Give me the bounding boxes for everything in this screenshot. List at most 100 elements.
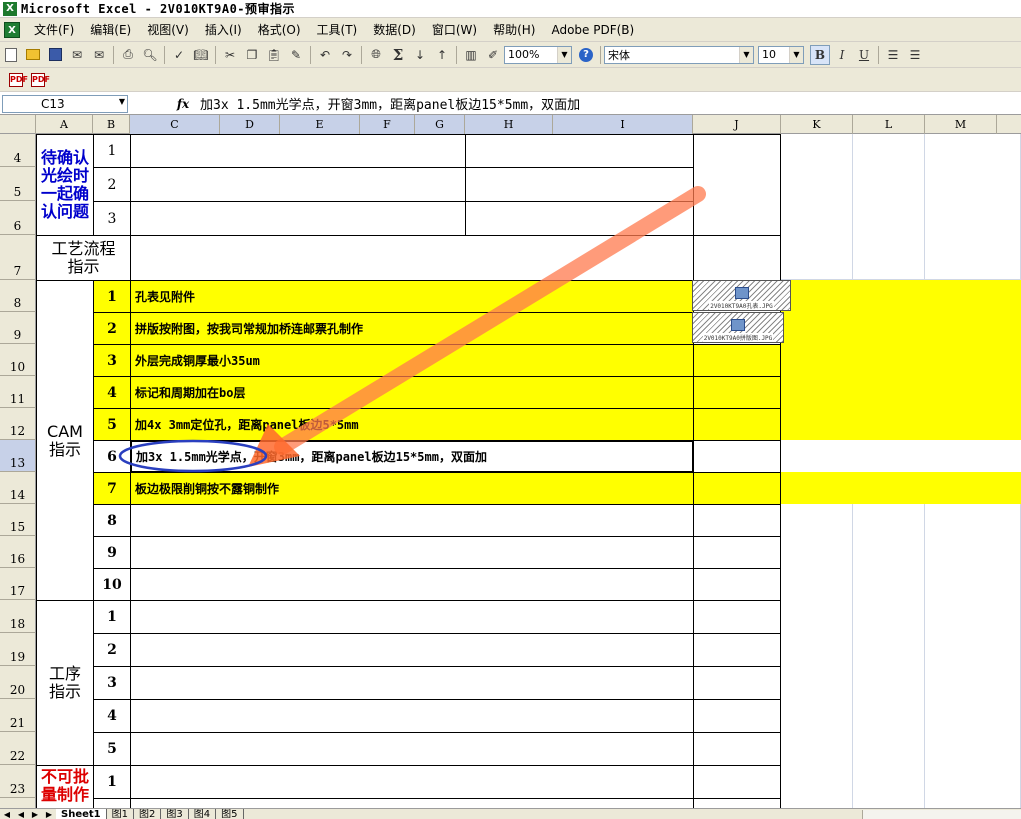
font-select[interactable]: 宋体 ▼ (604, 45, 754, 64)
row-number-cell[interactable]: 3 (93, 666, 131, 700)
menu-data[interactable]: 数据(D) (365, 20, 424, 40)
cam-item-text[interactable] (130, 536, 694, 569)
column-header-b[interactable]: B (93, 115, 130, 134)
menu-format[interactable]: 格式(O) (250, 20, 309, 40)
menu-adobe-pdf[interactable]: Adobe PDF(B) (543, 20, 642, 40)
column-j-cell[interactable] (693, 699, 781, 733)
chevron-down-icon[interactable]: ▼ (119, 97, 125, 106)
undo-button[interactable]: ↶ (315, 45, 335, 65)
row-header[interactable]: 17 (0, 568, 36, 600)
next-sheet-icon[interactable]: ▶ (28, 810, 42, 819)
column-j-cell[interactable] (693, 732, 781, 766)
row-number-cell[interactable]: 4 (93, 699, 131, 733)
menu-tools[interactable]: 工具(T) (309, 20, 366, 40)
row-header[interactable]: 16 (0, 536, 36, 568)
cam-item-number[interactable]: 5 (93, 408, 131, 441)
menu-window[interactable]: 窗口(W) (424, 20, 485, 40)
chevron-down-icon[interactable]: ▼ (739, 46, 753, 63)
name-box[interactable]: C13 ▼ (2, 94, 128, 113)
underline-button[interactable]: U (854, 45, 874, 65)
horizontal-scrollbar[interactable] (862, 810, 1021, 819)
cut-button[interactable]: ✂ (220, 45, 240, 65)
column-j-cell[interactable] (693, 666, 781, 700)
row-number-cell[interactable]: 2 (93, 633, 131, 667)
autosum-button[interactable]: Σ (388, 45, 408, 65)
row-number-cell[interactable]: 5 (93, 732, 131, 766)
procedure-cell[interactable] (130, 666, 694, 700)
row-header[interactable]: 12 (0, 408, 36, 440)
no-batch-cell[interactable] (130, 798, 694, 808)
chevron-down-icon[interactable]: ▼ (557, 46, 571, 63)
column-header-f[interactable]: F (360, 115, 415, 134)
zoom-select[interactable]: 100% ▼ (504, 45, 572, 64)
cam-item-text[interactable]: 孔表见附件 (130, 280, 694, 313)
cam-item-text-selected[interactable]: 加3x 1.5mm光学点，开窗3mm，距离panel板边15*5mm，双面加 (130, 440, 694, 473)
first-sheet-icon[interactable]: ◀ (0, 810, 14, 819)
confirm-cell[interactable] (130, 201, 466, 236)
column-j-cell[interactable] (693, 134, 781, 236)
row-header[interactable]: 20 (0, 666, 36, 699)
sheet-tab-fig2[interactable]: 图2 (134, 809, 162, 819)
column-header-j[interactable]: J (693, 115, 781, 134)
font-size-select[interactable]: 10 ▼ (758, 45, 804, 64)
empty-cell[interactable] (925, 504, 1021, 808)
print-preview-button[interactable]: 🔍︎ (140, 45, 160, 65)
document-icon[interactable]: X (4, 21, 20, 38)
row-header[interactable]: 8 (0, 280, 36, 312)
align-center-button[interactable]: ☰ (905, 45, 925, 65)
row-header[interactable]: 14 (0, 472, 36, 504)
column-header-m[interactable]: M (925, 115, 997, 134)
menu-file[interactable]: 文件(F) (26, 20, 82, 40)
procedure-cell[interactable] (130, 732, 694, 766)
permission-button[interactable]: ✉ (67, 45, 87, 65)
confirm-cell[interactable] (130, 167, 466, 202)
row-header[interactable]: 4 (0, 134, 36, 167)
cam-item-number[interactable]: 8 (93, 504, 131, 537)
row-number-cell[interactable]: 3 (93, 201, 131, 236)
column-j-cell[interactable] (693, 235, 781, 281)
column-header-e[interactable]: E (280, 115, 360, 134)
column-header-a[interactable]: A (36, 115, 93, 134)
copy-button[interactable]: ❐ (242, 45, 262, 65)
cam-item-number[interactable]: 1 (93, 280, 131, 313)
row-header[interactable]: 5 (0, 167, 36, 201)
column-header-d[interactable]: D (220, 115, 280, 134)
sheet-tab-sheet1[interactable]: Sheet1 (56, 809, 107, 819)
row-header[interactable]: 10 (0, 344, 36, 376)
chart-wizard-button[interactable]: ▥ (461, 45, 481, 65)
confirm-cell[interactable] (465, 167, 694, 202)
empty-cell[interactable] (853, 134, 925, 280)
cam-item-text[interactable]: 拼版按附图，按我司常规加桥连邮票孔制作 (130, 312, 694, 345)
row-header-selected[interactable]: 13 (0, 440, 36, 472)
cam-item-text[interactable]: 加4x 3mm定位孔，距离panel板边5*5mm (130, 408, 694, 441)
column-j-cell[interactable] (693, 633, 781, 667)
confirm-cell[interactable] (465, 134, 694, 168)
cam-item-number[interactable]: 4 (93, 376, 131, 409)
hyperlink-button[interactable]: 🌐︎ (366, 45, 386, 65)
sort-ascending-button[interactable]: ↓ (410, 45, 430, 65)
row-header[interactable]: 7 (0, 235, 36, 280)
cam-item-number[interactable]: 7 (93, 472, 131, 505)
column-header-c[interactable]: C (130, 115, 220, 134)
row-header[interactable]: 9 (0, 312, 36, 344)
no-batch-cell[interactable] (130, 765, 694, 799)
column-j-cell[interactable] (693, 798, 781, 808)
column-j-cell[interactable] (693, 504, 781, 537)
row-number-cell[interactable]: 1 (93, 600, 131, 634)
column-j-cell[interactable] (693, 472, 781, 505)
menu-view[interactable]: 视图(V) (139, 20, 197, 40)
cam-item-number[interactable]: 6 (93, 440, 131, 473)
row-header[interactable]: 21 (0, 699, 36, 732)
row-number-cell[interactable]: 1 (93, 765, 131, 799)
embedded-file-panel-drawing[interactable]: 2V010KT9A0拼版图.JPG (692, 312, 784, 343)
cam-item-text[interactable]: 外层完成铜厚最小35um (130, 344, 694, 377)
sheet-tab-fig1[interactable]: 图1 (107, 809, 134, 819)
cam-item-text[interactable]: 板边极限削铜按不露铜制作 (130, 472, 694, 505)
worksheet-grid[interactable]: A B C D E F G H I J K L M 4 5 6 7 8 9 10… (0, 115, 1021, 808)
procedure-cell[interactable] (130, 633, 694, 667)
spelling-button[interactable]: ✓ (169, 45, 189, 65)
insert-function-button[interactable]: fx (168, 97, 198, 111)
drawing-button[interactable]: ✐ (483, 45, 503, 65)
column-header-h[interactable]: H (465, 115, 553, 134)
row-header[interactable]: 23 (0, 765, 36, 798)
